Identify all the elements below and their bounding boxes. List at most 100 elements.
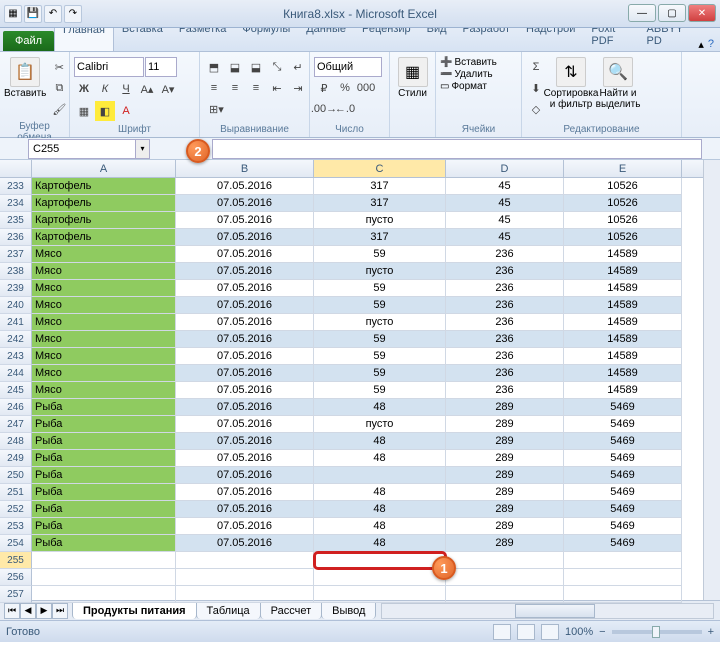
scrollbar-thumb[interactable]	[515, 604, 595, 618]
cell[interactable]: 07.05.2016	[176, 212, 314, 229]
row-header[interactable]: 238	[0, 263, 32, 280]
cell[interactable]: Мясо	[32, 382, 176, 399]
cell[interactable]: 07.05.2016	[176, 399, 314, 416]
cell[interactable]: 59	[314, 382, 446, 399]
cell[interactable]: 236	[446, 348, 564, 365]
row-header[interactable]: 236	[0, 229, 32, 246]
cell[interactable]: 236	[446, 297, 564, 314]
cell[interactable]: 07.05.2016	[176, 297, 314, 314]
cell[interactable]: Картофель	[32, 195, 176, 212]
increase-decimal-icon[interactable]: .00→	[314, 99, 334, 119]
cell[interactable]: Мясо	[32, 263, 176, 280]
cell[interactable]: 59	[314, 365, 446, 382]
row-header[interactable]: 257	[0, 586, 32, 603]
cell[interactable]: Рыба	[32, 399, 176, 416]
cell[interactable]: Рыба	[32, 433, 176, 450]
cell[interactable]: 289	[446, 450, 564, 467]
cell[interactable]: 317	[314, 229, 446, 246]
increase-indent-icon[interactable]: ⇥	[288, 78, 308, 98]
format-cells-button[interactable]: ▭Формат	[440, 81, 487, 92]
row-header[interactable]: 250	[0, 467, 32, 484]
font-size-select[interactable]	[145, 57, 177, 77]
cell[interactable]: 236	[446, 314, 564, 331]
find-select-button[interactable]: 🔍 Найти и выделить	[596, 57, 640, 110]
row-header[interactable]: 256	[0, 569, 32, 586]
cell[interactable]: 48	[314, 535, 446, 552]
maximize-button[interactable]: ▢	[658, 4, 686, 22]
cell[interactable]: 48	[314, 450, 446, 467]
cell[interactable]: 317	[314, 178, 446, 195]
cell[interactable]: 07.05.2016	[176, 195, 314, 212]
cell[interactable]: 48	[314, 501, 446, 518]
cell[interactable]: 45	[446, 229, 564, 246]
file-tab[interactable]: Файл	[3, 31, 54, 51]
row-header[interactable]: 233	[0, 178, 32, 195]
cell[interactable]: Рыба	[32, 467, 176, 484]
cell[interactable]: Картофель	[32, 178, 176, 195]
normal-view-button[interactable]	[493, 624, 511, 640]
cell[interactable]: Рыба	[32, 484, 176, 501]
cell[interactable]: 59	[314, 297, 446, 314]
cell[interactable]: 289	[446, 518, 564, 535]
cell[interactable]: 10526	[564, 229, 682, 246]
horizontal-scrollbar[interactable]	[381, 603, 714, 619]
italic-button[interactable]: К	[95, 79, 115, 99]
cell[interactable]: 317	[314, 195, 446, 212]
column-header-e[interactable]: E	[564, 160, 682, 177]
cell[interactable]: 10526	[564, 195, 682, 212]
cell[interactable]: Мясо	[32, 314, 176, 331]
decrease-font-icon[interactable]: A▾	[158, 79, 178, 99]
cell[interactable]: 07.05.2016	[176, 280, 314, 297]
decrease-decimal-icon[interactable]: ←.0	[335, 99, 355, 119]
wrap-text-icon[interactable]: ↵	[288, 57, 308, 77]
formula-input[interactable]	[212, 139, 702, 159]
row-header[interactable]: 241	[0, 314, 32, 331]
cell[interactable]: 07.05.2016	[176, 484, 314, 501]
percent-icon[interactable]: %	[335, 78, 355, 98]
sheet-nav-prev[interactable]: ◀	[20, 603, 36, 619]
cell[interactable]: 5469	[564, 467, 682, 484]
cell[interactable]: 5469	[564, 433, 682, 450]
zoom-in-button[interactable]: +	[708, 626, 714, 638]
cell[interactable]: пусто	[314, 212, 446, 229]
cell[interactable]: 07.05.2016	[176, 246, 314, 263]
sheet-nav-last[interactable]: ⏭	[52, 603, 68, 619]
cell[interactable]: Мясо	[32, 365, 176, 382]
cell[interactable]: 45	[446, 178, 564, 195]
comma-icon[interactable]: 000	[356, 78, 376, 98]
cell[interactable]: 14589	[564, 365, 682, 382]
redo-button[interactable]: ↷	[64, 5, 82, 23]
vertical-scrollbar[interactable]	[703, 160, 720, 600]
cell[interactable]: 289	[446, 433, 564, 450]
cell[interactable]: 289	[446, 535, 564, 552]
cell[interactable]	[176, 586, 314, 603]
cell[interactable]: 5469	[564, 416, 682, 433]
sheet-tab[interactable]: Рассчет	[260, 602, 323, 619]
border-button[interactable]: ▦	[74, 101, 94, 121]
cell[interactable]: 289	[446, 399, 564, 416]
cell[interactable]: пусто	[314, 263, 446, 280]
cell[interactable]: 59	[314, 331, 446, 348]
cell[interactable]: Рыба	[32, 535, 176, 552]
cell[interactable]: 07.05.2016	[176, 518, 314, 535]
row-header[interactable]: 254	[0, 535, 32, 552]
cell[interactable]: 14589	[564, 314, 682, 331]
row-header[interactable]: 255	[0, 552, 32, 569]
sheet-tab[interactable]: Таблица	[196, 602, 261, 619]
format-painter-icon[interactable]: 🖌	[49, 99, 69, 119]
save-button[interactable]: 💾	[24, 5, 42, 23]
cell[interactable]: 59	[314, 246, 446, 263]
cell[interactable]	[314, 569, 446, 586]
cell[interactable]: 14589	[564, 348, 682, 365]
cell[interactable]: 45	[446, 212, 564, 229]
cell[interactable]: 07.05.2016	[176, 229, 314, 246]
cell[interactable]: Мясо	[32, 331, 176, 348]
decrease-indent-icon[interactable]: ⇤	[267, 78, 287, 98]
cell[interactable]: 07.05.2016	[176, 467, 314, 484]
align-right-icon[interactable]: ≡	[246, 78, 266, 98]
page-break-view-button[interactable]	[541, 624, 559, 640]
row-header[interactable]: 251	[0, 484, 32, 501]
cell[interactable]: Картофель	[32, 229, 176, 246]
zoom-out-button[interactable]: −	[599, 626, 605, 638]
row-header[interactable]: 245	[0, 382, 32, 399]
